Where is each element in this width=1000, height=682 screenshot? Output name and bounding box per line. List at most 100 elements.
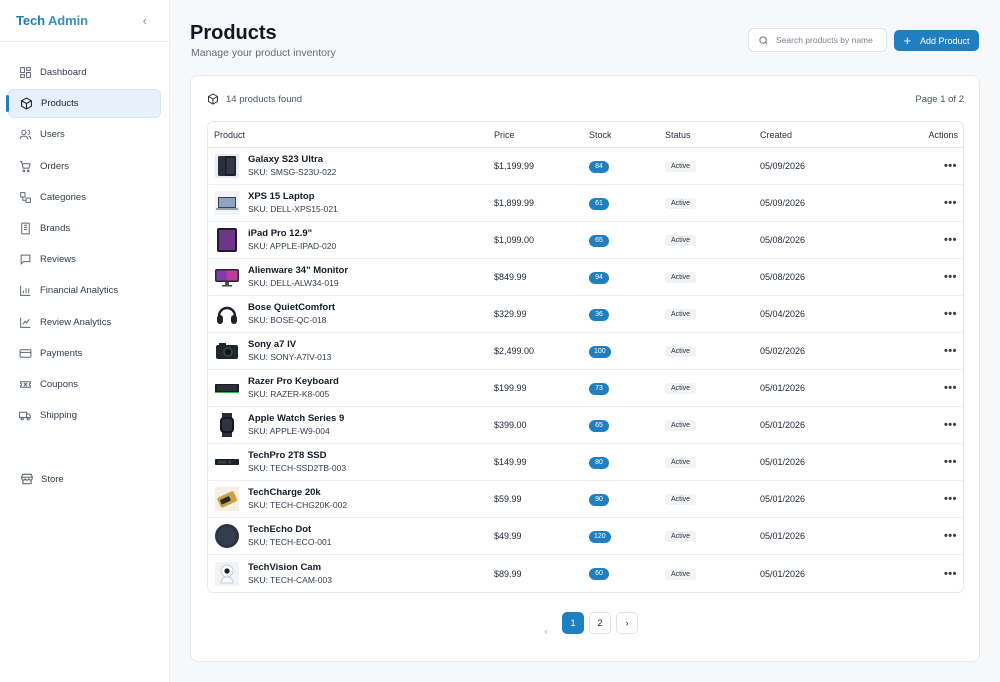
product-name: iPad Pro 12.9"	[248, 228, 313, 239]
next-page-button[interactable]: ›	[616, 612, 638, 634]
stock-cell: 120	[589, 530, 665, 543]
more-actions-icon[interactable]: •••	[944, 419, 957, 431]
status-cell: Active	[665, 197, 760, 209]
product-cell: XPS 15 Laptop SKU: DELL-XPS15-021	[208, 190, 494, 216]
sidebar-item-dashboard[interactable]: Dashboard	[8, 58, 161, 87]
product-count-text: 14 products found	[226, 93, 303, 105]
search-icon	[758, 35, 769, 46]
sidebar-item-label: Orders	[40, 160, 70, 172]
table-row[interactable]: iPad Pro 12.9" SKU: APPLE-IPAD-020 $1,099.…	[208, 222, 963, 259]
product-info: Bose QuietComfort SKU: BOSE-QC-018	[248, 302, 335, 326]
more-actions-icon[interactable]: •••	[944, 493, 957, 505]
product-price: $849.99	[494, 272, 527, 282]
collapse-sidebar-icon[interactable]: ‹	[143, 13, 147, 28]
stock-cell: 61	[589, 197, 665, 210]
status-cell: Active	[665, 308, 760, 320]
table-row[interactable]: Razer Pro Keyboard SKU: RAZER-K8-005 $199.…	[208, 370, 963, 407]
sidebar-item-shipping[interactable]: Shipping	[8, 401, 161, 430]
product-info: TechEcho Dot SKU: TECH-ECO-001	[248, 524, 331, 548]
product-price: $329.99	[494, 309, 527, 319]
products-table: Product Price Stock Status Created Actio…	[207, 121, 964, 593]
sidebar: Tech Admin ‹ Dashboard Products Users Order…	[0, 0, 170, 682]
product-thumbnail	[214, 412, 240, 438]
more-actions-icon[interactable]: •••	[944, 160, 957, 172]
table-row[interactable]: Sony a7 IV SKU: SONY-A7IV-013 $2,499.00 100…	[208, 333, 963, 370]
ticket-icon	[18, 377, 32, 391]
table-row[interactable]: Alienware 34" Monitor SKU: DELL-ALW34-019…	[208, 259, 963, 296]
product-sku: SKU: APPLE-W9-004	[248, 426, 330, 436]
add-product-label: Add Product	[920, 35, 970, 46]
table-header: Product Price Stock Status Created Actio…	[208, 122, 963, 148]
table-row[interactable]: TechPro 2T8 SSD SKU: TECH-SSD2TB-003 $149.…	[208, 444, 963, 481]
search-input[interactable]	[776, 35, 886, 45]
product-price: $89.99	[494, 568, 522, 579]
product-thumbnail	[214, 190, 240, 216]
sidebar-item-brands[interactable]: Brands	[8, 214, 161, 243]
sidebar-item-orders[interactable]: Orders	[8, 152, 161, 181]
sidebar-item-categories[interactable]: Categories	[8, 183, 161, 212]
sidebar-item-reviews[interactable]: Reviews	[8, 245, 161, 274]
stock-cell: 60	[589, 567, 665, 580]
line-chart-icon	[18, 315, 32, 329]
sidebar-item-store[interactable]: Store	[20, 472, 64, 486]
status-cell: Active	[665, 456, 760, 468]
more-actions-icon[interactable]: •••	[944, 456, 957, 468]
table-row[interactable]: Galaxy S23 Ultra SKU: SMSG-S23U-022 $1,199…	[208, 148, 963, 185]
sidebar-item-label: Review Analytics	[40, 316, 112, 328]
sidebar-item-label: Financial Analytics	[40, 285, 119, 297]
created-date: 05/02/2026	[760, 346, 806, 356]
brand-name-part2: Admin	[48, 13, 88, 28]
more-actions-icon[interactable]: •••	[944, 308, 957, 320]
column-header-actions: Actions	[928, 129, 958, 140]
table-row[interactable]: TechEcho Dot SKU: TECH-ECO-001 $49.99 120 Ac…	[208, 518, 963, 555]
actions-cell: •••	[900, 345, 963, 357]
brand-logo[interactable]: Tech Admin	[16, 13, 88, 28]
product-info: Galaxy S23 Ultra SKU: SMSG-S23U-022	[248, 154, 336, 178]
more-actions-icon[interactable]: •••	[944, 345, 957, 357]
brand-header: Tech Admin ‹	[0, 0, 169, 42]
sidebar-item-coupons[interactable]: Coupons	[8, 370, 161, 399]
table-row[interactable]: Bose QuietComfort SKU: BOSE-QC-018 $329.99…	[208, 296, 963, 333]
status-cell: Active	[665, 160, 760, 172]
sidebar-item-review-analytics[interactable]: Review Analytics	[8, 308, 161, 337]
more-actions-icon[interactable]: •••	[944, 197, 957, 209]
table-row[interactable]: TechVision Cam SKU: TECH-CAM-003 $89.99 60 A…	[208, 555, 963, 592]
product-sku: SKU: SMSG-S23U-022	[248, 167, 337, 177]
product-info: XPS 15 Laptop SKU: DELL-XPS15-021	[248, 191, 338, 215]
sidebar-item-label: Store	[41, 473, 64, 485]
page-button-1[interactable]: 1	[562, 612, 584, 634]
more-actions-icon[interactable]: •••	[944, 530, 957, 542]
page-title: Products	[190, 22, 277, 44]
more-actions-icon[interactable]: •••	[944, 271, 957, 283]
add-product-button[interactable]: + Add Product	[894, 30, 979, 51]
table-row[interactable]: XPS 15 Laptop SKU: DELL-XPS15-021 $1,899.9…	[208, 185, 963, 222]
actions-cell: •••	[900, 568, 963, 580]
brands-icon	[18, 221, 32, 235]
product-thumbnail	[214, 301, 240, 327]
table-row[interactable]: Apple Watch Series 9 SKU: APPLE-W9-004 $39…	[208, 407, 963, 444]
stock-cell: 36	[589, 308, 665, 321]
box-icon	[19, 97, 33, 111]
status-cell: Active	[665, 530, 760, 542]
sidebar-item-financial-analytics[interactable]: Financial Analytics	[8, 276, 161, 305]
status-badge: Active	[665, 457, 697, 468]
prev-page-button[interactable]: ‹	[535, 612, 557, 636]
column-header-status: Status	[665, 129, 691, 140]
more-actions-icon[interactable]: •••	[944, 234, 957, 246]
search-box	[748, 28, 887, 52]
table-row[interactable]: TechCharge 20k SKU: TECH-CHG20K-002 $59.99…	[208, 481, 963, 518]
created-date: 05/01/2026	[760, 383, 806, 393]
stock-cell: 73	[589, 382, 665, 395]
more-actions-icon[interactable]: •••	[944, 382, 957, 394]
stock-cell: 65	[589, 419, 665, 432]
product-name: Bose QuietComfort	[248, 302, 336, 313]
sidebar-item-products[interactable]: Products	[6, 89, 161, 119]
sidebar-item-users[interactable]: Users	[8, 120, 161, 149]
product-name: Alienware 34" Monitor	[248, 265, 349, 276]
sidebar-item-payments[interactable]: Payments	[8, 339, 161, 368]
box-icon	[207, 93, 219, 105]
more-actions-icon[interactable]: •••	[944, 568, 957, 580]
product-price: $199.99	[494, 383, 527, 393]
page-button-2[interactable]: 2	[589, 612, 611, 634]
stock-cell: 84	[589, 160, 665, 173]
